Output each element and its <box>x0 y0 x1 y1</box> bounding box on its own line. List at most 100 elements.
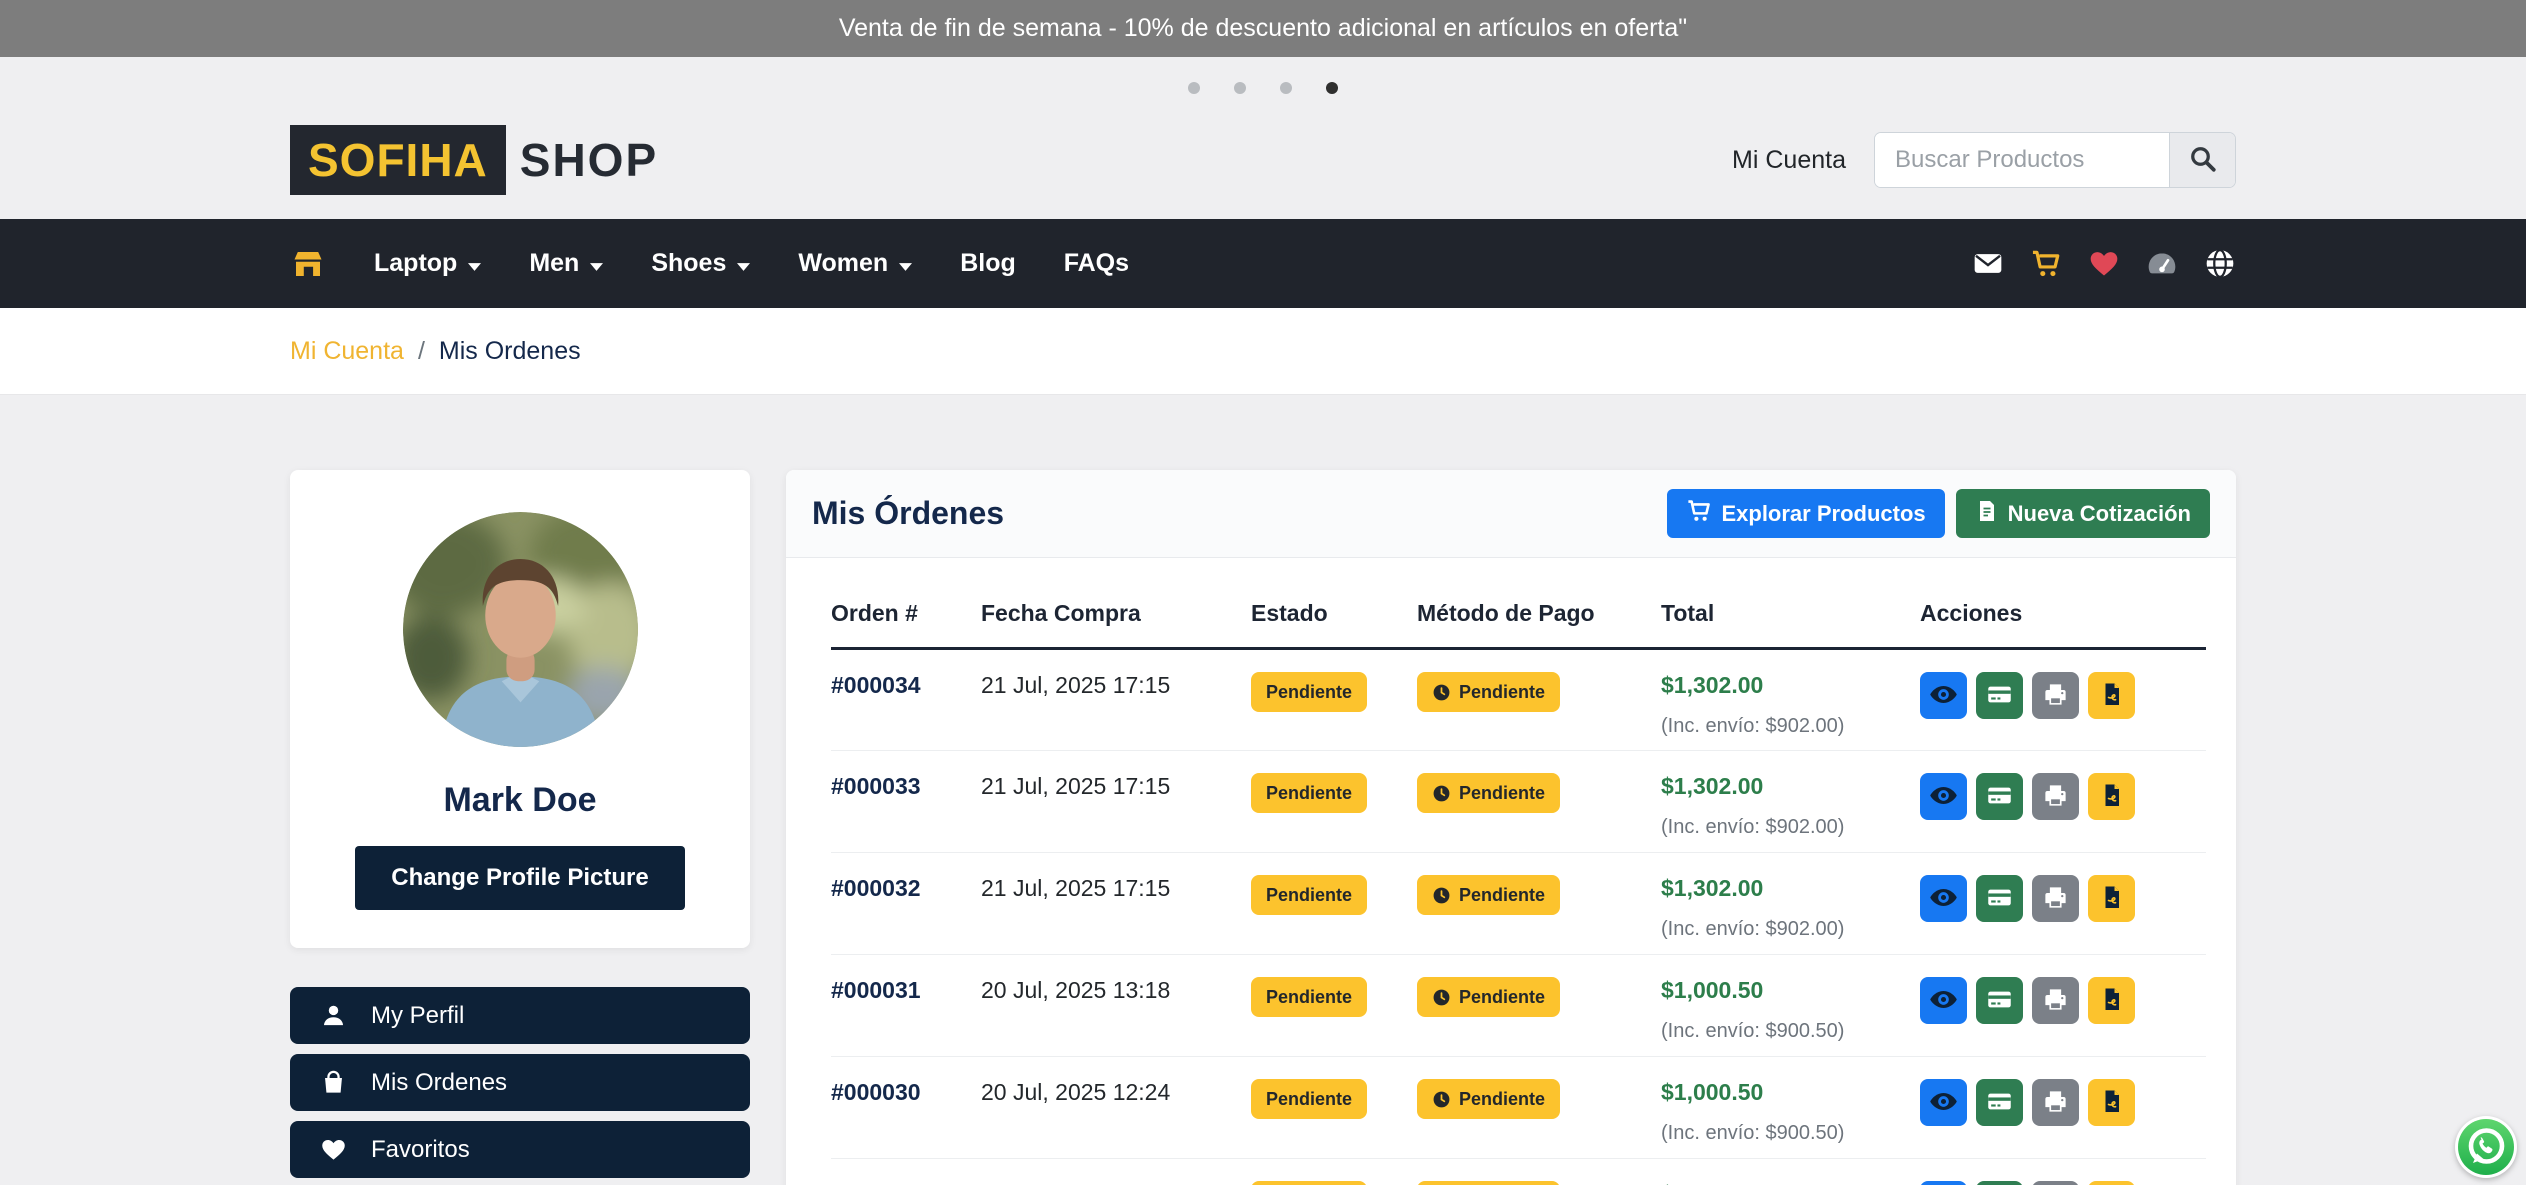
view-order-button[interactable] <box>1920 672 1967 719</box>
sidebar-item-my-perfil[interactable]: My Perfil <box>290 987 750 1044</box>
credit-card-icon <box>1986 986 2013 1016</box>
site-logo[interactable]: SOFIHA SHOP <box>290 125 658 195</box>
table-row: #000033 21 Jul, 2025 17:15 Pendiente Pen… <box>831 751 2206 853</box>
payment-status-badge: Pendiente <box>1417 672 1560 712</box>
clock-icon <box>1432 1090 1451 1109</box>
print-order-button[interactable] <box>2032 773 2079 820</box>
shipping-note: (Inc. envío: $902.00) <box>1661 918 1920 941</box>
clock-icon <box>1432 988 1451 1007</box>
envelope-icon[interactable] <box>1972 248 2004 280</box>
order-total: $1,302.00 <box>1661 875 1920 902</box>
pay-order-button[interactable] <box>1976 773 2023 820</box>
nav-item-faqs[interactable]: FAQs <box>1064 249 1129 278</box>
pay-order-button[interactable] <box>1976 977 2023 1024</box>
page: Venta de fin de semana - 10% de descuent… <box>0 0 2526 1185</box>
change-profile-picture-button[interactable]: Change Profile Picture <box>355 846 685 910</box>
breadcrumb-current: Mis Ordenes <box>439 337 581 366</box>
order-total: $1,302.00 <box>1661 672 1920 699</box>
order-id[interactable]: #000034 <box>831 649 981 751</box>
cart-icon[interactable] <box>2030 248 2062 280</box>
pdf-invoice-button[interactable] <box>2088 977 2135 1024</box>
payment-status-badge: Pendiente <box>1417 773 1560 813</box>
pay-order-button[interactable] <box>1976 1181 2023 1185</box>
order-id[interactable]: #000030 <box>831 1057 981 1159</box>
order-id[interactable]: #000029 <box>831 1159 981 1185</box>
view-order-button[interactable] <box>1920 875 1967 922</box>
print-order-button[interactable] <box>2032 1181 2079 1185</box>
order-total: $1,302.00 <box>1661 773 1920 800</box>
sidebar-item-favoritos[interactable]: Favoritos <box>290 1121 750 1178</box>
new-quote-button[interactable]: Nueva Cotización <box>1956 489 2210 538</box>
pdf-invoice-button[interactable] <box>2088 875 2135 922</box>
order-total: $1,000.50 <box>1661 1079 1920 1106</box>
pay-order-button[interactable] <box>1976 672 2023 719</box>
col-header-fecha: Fecha Compra <box>981 586 1251 649</box>
carousel-dot-1[interactable] <box>1188 82 1200 94</box>
view-order-button[interactable] <box>1920 1079 1967 1126</box>
chevron-down-icon <box>590 249 603 278</box>
search-button[interactable] <box>2169 133 2235 187</box>
order-id[interactable]: #000033 <box>831 751 981 853</box>
promo-banner-text: Venta de fin de semana - 10% de descuent… <box>839 14 1687 43</box>
main-nav: Laptop Men Shoes Women Blog FAQs <box>0 219 2526 308</box>
sidebar-item-label: My Perfil <box>371 1002 464 1030</box>
pay-order-button[interactable] <box>1976 1079 2023 1126</box>
whatsapp-button[interactable] <box>2454 1115 2518 1179</box>
carousel-dot-2[interactable] <box>1234 82 1246 94</box>
logo-secondary: SHOP <box>520 133 658 187</box>
pdf-invoice-button[interactable] <box>2088 672 2135 719</box>
shipping-note: (Inc. envío: $900.50) <box>1661 1122 1920 1145</box>
pdf-invoice-button[interactable] <box>2088 1181 2135 1185</box>
profile-name: Mark Doe <box>290 781 750 820</box>
magnifier-icon <box>2188 144 2218 177</box>
order-id[interactable]: #000031 <box>831 955 981 1057</box>
globe-icon[interactable] <box>2204 248 2236 280</box>
view-order-button[interactable] <box>1920 977 1967 1024</box>
account-link[interactable]: Mi Cuenta <box>1732 146 1846 175</box>
col-header-acciones: Acciones <box>1920 586 2206 649</box>
order-date: 20 Jul, 2025 12:24 <box>981 1057 1251 1159</box>
site-header: SOFIHA SHOP Mi Cuenta <box>0 119 2526 219</box>
sidebar-item-mis-ordenes[interactable]: Mis Ordenes <box>290 1054 750 1111</box>
file-pdf-icon <box>2100 783 2124 810</box>
print-order-button[interactable] <box>2032 875 2079 922</box>
gauge-icon[interactable] <box>2146 248 2178 280</box>
pay-order-button[interactable] <box>1976 875 2023 922</box>
account-sidebar: My Perfil Mis Ordenes Favoritos <box>290 987 750 1185</box>
view-order-button[interactable] <box>1920 773 1967 820</box>
banner-carousel-dots <box>0 57 2526 119</box>
user-icon <box>320 1002 347 1029</box>
nav-item-shoes[interactable]: Shoes <box>651 249 750 278</box>
print-order-button[interactable] <box>2032 977 2079 1024</box>
pdf-invoice-button[interactable] <box>2088 773 2135 820</box>
view-order-button[interactable] <box>1920 1181 1967 1185</box>
table-row: #000034 21 Jul, 2025 17:15 Pendiente Pen… <box>831 649 2206 751</box>
storefront-icon[interactable] <box>290 246 326 282</box>
orders-table-body: #000034 21 Jul, 2025 17:15 Pendiente Pen… <box>831 649 2206 1185</box>
clock-icon <box>1432 886 1451 905</box>
profile-card: Mark Doe Change Profile Picture <box>290 470 750 948</box>
heart-icon[interactable] <box>2088 248 2120 280</box>
nav-item-blog[interactable]: Blog <box>960 249 1016 278</box>
status-badge: Pendiente <box>1251 875 1367 915</box>
print-order-button[interactable] <box>2032 1079 2079 1126</box>
carousel-dot-3[interactable] <box>1280 82 1292 94</box>
eye-icon <box>1929 985 1958 1017</box>
nav-item-men[interactable]: Men <box>529 249 603 278</box>
breadcrumb-account-link[interactable]: Mi Cuenta <box>290 337 404 366</box>
search-input[interactable] <box>1875 133 2169 187</box>
nav-item-laptop[interactable]: Laptop <box>374 249 481 278</box>
carousel-dot-4-active[interactable] <box>1326 82 1338 94</box>
order-id[interactable]: #000032 <box>831 853 981 955</box>
print-order-button[interactable] <box>2032 672 2079 719</box>
whatsapp-icon <box>2454 1166 2518 1183</box>
credit-card-icon <box>1986 884 2013 914</box>
file-pdf-icon <box>2100 682 2124 709</box>
explore-products-button[interactable]: Explorar Productos <box>1667 489 1944 538</box>
col-header-total: Total <box>1661 586 1920 649</box>
chevron-down-icon <box>899 249 912 278</box>
pdf-invoice-button[interactable] <box>2088 1079 2135 1126</box>
eye-icon <box>1929 883 1958 915</box>
printer-icon <box>2042 681 2069 711</box>
nav-item-women[interactable]: Women <box>798 249 912 278</box>
